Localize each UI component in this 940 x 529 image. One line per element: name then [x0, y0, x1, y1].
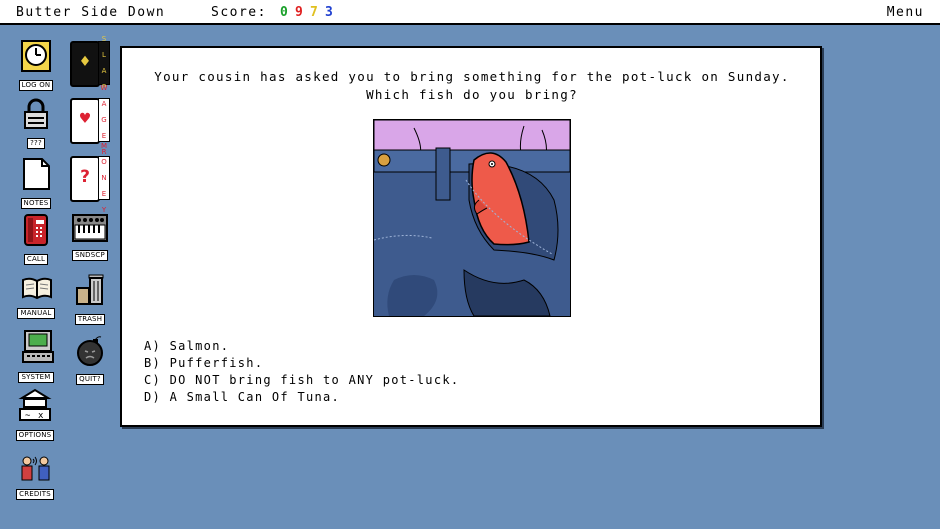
options-label: OPTIONS — [15, 430, 55, 441]
heart-card-icon: ♥ — [70, 98, 100, 144]
synthesizer-icon — [72, 214, 108, 242]
trash-label: TRASH — [74, 314, 106, 325]
credits-icon-button[interactable]: CREDITS — [12, 455, 58, 500]
quit-label: QUIT? — [76, 374, 104, 385]
options-gear-icon: ~ x — [18, 388, 52, 422]
svg-text:x: x — [38, 411, 44, 421]
quit-icon-button[interactable]: QUIT? — [70, 334, 110, 385]
people-icon — [18, 455, 52, 481]
score-digits: 0973 — [280, 5, 340, 20]
score-digit: 9 — [295, 5, 303, 20]
score-label: Score: — [211, 5, 267, 20]
slap-icon-button[interactable]: ♦ SLAP — [70, 35, 112, 91]
money-label: MONEY — [98, 142, 110, 214]
notes-label: NOTES — [20, 198, 52, 209]
lock-icon-button[interactable]: ??? — [18, 98, 54, 149]
clock-icon — [21, 40, 51, 72]
credits-label: CREDITS — [16, 489, 54, 500]
fish-in-pocket-illustration — [373, 119, 571, 317]
log-on-icon[interactable]: LOG ON — [16, 40, 56, 91]
menu-button[interactable]: Menu — [887, 5, 924, 20]
call-icon-button[interactable]: CALL — [18, 214, 54, 265]
lock-label: ??? — [27, 138, 45, 149]
top-bar: Butter Side Down Score: 0973 Menu — [0, 0, 940, 25]
money-icon-button[interactable]: ? MONEY — [70, 142, 112, 214]
question-dialog: Your cousin has asked you to bring somet… — [120, 46, 822, 427]
answer-option-c[interactable]: C) DO NOT bring fish to ANY pot-luck. — [144, 372, 459, 389]
answer-option-b[interactable]: B) Pufferfish. — [144, 355, 459, 372]
trash-icon-button[interactable]: TRASH — [70, 272, 110, 325]
book-icon — [21, 276, 52, 300]
computer-icon — [21, 330, 54, 364]
sndscp-label: SNDSCP — [72, 250, 108, 261]
trash-can-icon — [73, 272, 107, 306]
system-label: SYSTEM — [18, 372, 54, 383]
sndscp-icon-button[interactable]: SNDSCP — [68, 214, 112, 261]
answer-option-a[interactable]: A) Salmon. — [144, 338, 459, 355]
wager-label: WAGER — [98, 84, 110, 156]
question-text: Your cousin has asked you to bring somet… — [154, 69, 790, 102]
manual-label: MANUAL — [17, 308, 55, 319]
manual-icon-button[interactable]: MANUAL — [15, 276, 57, 319]
score-digit: 0 — [280, 5, 288, 20]
answer-list: A) Salmon. B) Pufferfish. C) DO NOT brin… — [144, 338, 459, 406]
svg-text:~: ~ — [25, 411, 31, 421]
padlock-icon — [21, 98, 51, 130]
options-icon-button[interactable]: ~ x OPTIONS — [12, 388, 58, 441]
phone-icon — [21, 214, 51, 246]
system-icon-button[interactable]: SYSTEM — [15, 330, 57, 383]
slap-label: SLAP — [98, 35, 110, 91]
score-digit: 3 — [325, 5, 333, 20]
diamond-card-icon: ♦ — [70, 41, 100, 87]
notes-icon-button[interactable]: NOTES — [18, 158, 54, 209]
notes-icon — [21, 158, 51, 190]
call-label: CALL — [23, 254, 49, 265]
log-on-label: LOG ON — [18, 80, 54, 91]
bomb-icon — [75, 334, 105, 366]
mystery-card-icon: ? — [70, 156, 100, 202]
wager-icon-button[interactable]: ♥ WAGER — [70, 84, 112, 156]
answer-option-d[interactable]: D) A Small Can Of Tuna. — [144, 389, 459, 406]
score-digit: 7 — [310, 5, 318, 20]
game-title: Butter Side Down — [16, 5, 166, 20]
